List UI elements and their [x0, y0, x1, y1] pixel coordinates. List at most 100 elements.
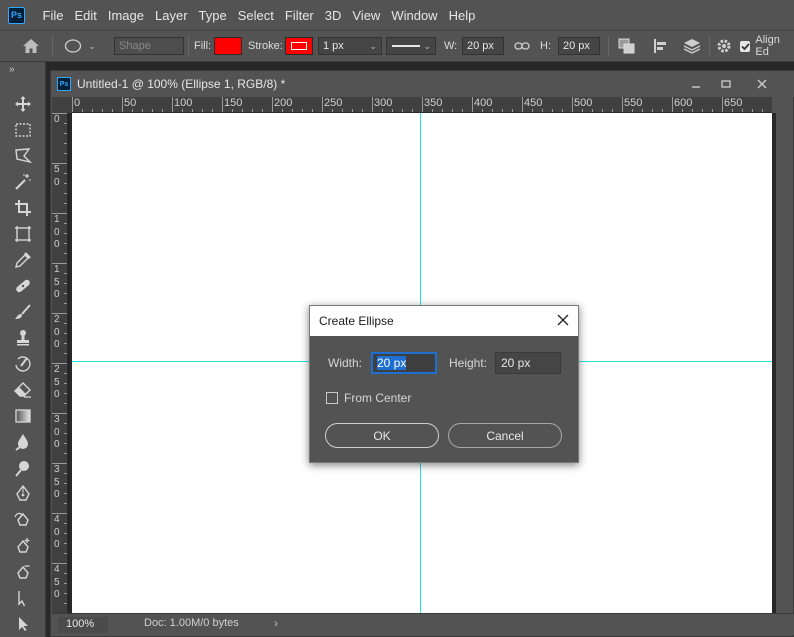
blur-tool-icon[interactable] [11, 431, 35, 453]
ruler-tick [64, 343, 67, 344]
add-anchor-point-tool-icon[interactable] [11, 535, 35, 557]
stroke-width-select[interactable]: 1 px ⌄ [318, 37, 382, 55]
ruler-tick [64, 393, 67, 394]
ruler-tick [64, 433, 67, 434]
document-info[interactable]: Doc: 1.00M/0 bytes [144, 617, 239, 629]
crop-tool-icon[interactable] [11, 197, 35, 219]
ruler-tick [64, 153, 67, 154]
rectangular-marquee-tool-icon[interactable] [11, 119, 35, 141]
close-document-icon[interactable] [753, 75, 771, 93]
ellipse-tool-preset-icon[interactable]: ⌄ [64, 31, 96, 61]
ruler-tick [662, 109, 663, 112]
close-icon[interactable] [554, 311, 572, 329]
ruler-label: 300 [374, 97, 393, 109]
ruler-label: 500 [574, 97, 593, 109]
menu-file[interactable]: File [37, 8, 69, 23]
vertical-ruler[interactable]: 0 5 0 1 0 0 1 5 0 2 0 0 2 5 0 3 0 0 3 5 0 4 0 0 4… [52, 113, 68, 613]
ruler-tick [522, 97, 523, 112]
direct-selection-tool-icon[interactable] [11, 613, 35, 635]
menu-help[interactable]: Help [443, 8, 481, 23]
ruler-tick [642, 109, 643, 112]
ruler-tick [64, 453, 67, 454]
height-label: Height: [449, 356, 488, 370]
home-icon[interactable] [22, 31, 40, 61]
height-input[interactable]: 20 px [495, 352, 561, 374]
link-icon[interactable] [514, 31, 530, 61]
align-edges-checkbox[interactable] [740, 40, 751, 52]
ruler-tick [592, 109, 593, 112]
eyedropper-tool-icon[interactable] [11, 249, 35, 271]
history-brush-tool-icon[interactable] [11, 353, 35, 375]
freeform-pen-tool-icon[interactable] [11, 509, 35, 531]
document-tab[interactable]: Ps Untitled-1 @ 100% (Ellipse 1, RGB/8) … [51, 71, 794, 97]
maximize-icon[interactable] [717, 75, 735, 93]
move-tool-icon[interactable] [11, 93, 35, 115]
menu-filter[interactable]: Filter [279, 8, 319, 23]
delete-anchor-point-tool-icon[interactable] [11, 561, 35, 583]
stroke-type-select[interactable]: ⌄ [386, 37, 436, 55]
ruler-tick [64, 273, 67, 274]
gear-icon[interactable] [716, 31, 732, 61]
ruler-label: 3 0 0 [54, 414, 60, 450]
from-center-checkbox[interactable] [326, 392, 338, 404]
menu-edit[interactable]: Edit [69, 8, 102, 23]
ruler-label: 650 [724, 97, 743, 109]
dialog-titlebar: Create Ellipse [310, 306, 578, 336]
ok-button-label: OK [373, 428, 391, 443]
ruler-tick [412, 109, 413, 112]
menu-image[interactable]: Image [102, 8, 149, 23]
dodge-tool-icon[interactable] [11, 457, 35, 479]
path-alignment-icon[interactable] [652, 31, 670, 61]
menu-window[interactable]: Window [386, 8, 443, 23]
menu-3d[interactable]: 3D [319, 8, 347, 23]
ruler-origin[interactable] [52, 97, 72, 113]
ruler-tick [64, 503, 67, 504]
from-center-label[interactable]: From Center [344, 391, 411, 405]
width-field[interactable]: 20 px [462, 37, 504, 55]
brush-tool-icon[interactable] [11, 301, 35, 323]
ruler-label: 100 [174, 97, 193, 109]
ruler-label: 350 [424, 97, 443, 109]
path-operations-icon[interactable] [618, 31, 636, 61]
zoom-field[interactable]: 100% [58, 617, 108, 633]
frame-tool-icon[interactable] [11, 223, 35, 245]
path-arrangement-icon[interactable] [682, 31, 702, 61]
pen-tool-icon[interactable] [11, 483, 35, 505]
cancel-button[interactable]: Cancel [448, 423, 562, 448]
align-edges-label: Align Ed [755, 34, 780, 58]
stroke-color-swatch[interactable] [285, 37, 313, 55]
menu-select[interactable]: Select [232, 8, 279, 23]
tool-mode-select[interactable]: Shape [114, 37, 184, 55]
menu-type[interactable]: Type [193, 8, 232, 23]
ruler-tick [102, 109, 103, 112]
height-field[interactable]: 20 px [558, 37, 600, 55]
ruler-tick [382, 109, 383, 112]
ruler-tick [64, 543, 67, 544]
minimize-icon[interactable] [687, 75, 705, 93]
fill-color-swatch[interactable] [214, 37, 242, 55]
width-input[interactable]: 20 px [371, 352, 437, 374]
ruler-tick [122, 97, 123, 112]
healing-brush-tool-icon[interactable] [11, 275, 35, 297]
ruler-tick [392, 109, 393, 112]
path-selection-tool-icon[interactable] [11, 587, 35, 609]
menu-layer[interactable]: Layer [150, 8, 194, 23]
lasso-tool-icon[interactable] [11, 145, 35, 167]
magic-wand-tool-icon[interactable] [11, 171, 35, 193]
ok-button[interactable]: OK [325, 423, 439, 448]
gradient-tool-icon[interactable] [11, 405, 35, 427]
clone-stamp-tool-icon[interactable] [11, 327, 35, 349]
ruler-tick [292, 109, 293, 112]
menu-view[interactable]: View [347, 8, 386, 23]
eraser-tool-icon[interactable] [11, 379, 35, 401]
collapse-toolbox-icon[interactable]: » [9, 64, 15, 75]
horizontal-ruler[interactable]: 0 50 100 150 200 250 300 350 400 450 500 550 600 650 [72, 97, 772, 113]
ruler-tick [282, 109, 283, 112]
ruler-tick [64, 483, 67, 484]
ruler-label: 150 [224, 97, 243, 109]
width-input-value: 20 px [377, 356, 407, 370]
ruler-tick [152, 109, 153, 112]
ruler-label: 200 [274, 97, 293, 109]
chevron-right-icon[interactable]: › [274, 616, 278, 630]
ruler-tick [64, 233, 67, 234]
